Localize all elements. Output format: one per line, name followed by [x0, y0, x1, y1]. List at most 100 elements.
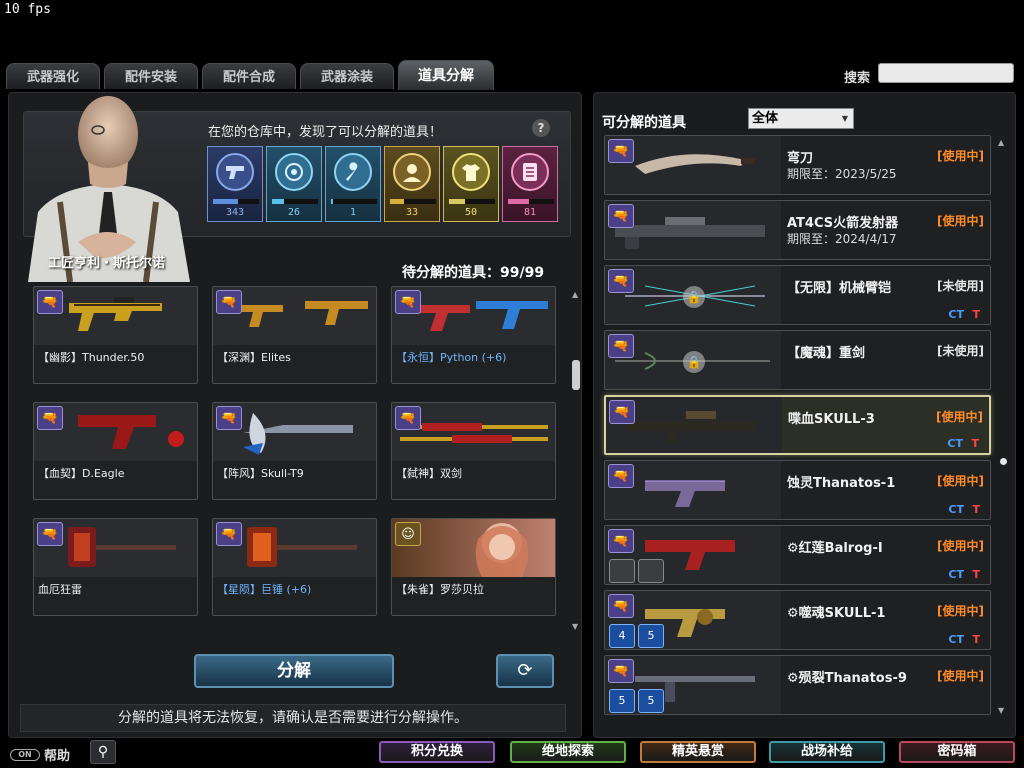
part-slots: 45: [609, 624, 664, 648]
category-bar: [272, 199, 318, 204]
scroll-down-arrow[interactable]: ▼: [998, 706, 1004, 715]
warning-message: 分解的道具将无法恢复，请确认是否需要进行分解操作。: [20, 704, 566, 732]
bottom-button[interactable]: 积分兑换: [379, 741, 495, 763]
category-count: 1: [349, 207, 357, 218]
ct-team-tag: CT: [947, 437, 963, 450]
ct-team-tag: CT: [948, 308, 964, 321]
weapon-badge-icon: 🔫: [609, 400, 635, 424]
pistol-icon: [216, 153, 254, 191]
scroll-up-arrow[interactable]: ▲: [572, 290, 578, 299]
t-team-tag: T: [972, 503, 980, 516]
decomposable-title: 可分解的道具: [602, 115, 686, 131]
pending-item-card[interactable]: ☺ 【朱雀】罗莎贝拉: [391, 518, 556, 616]
decomposable-item[interactable]: 🔫 4 5 ⚙噬魂SKULL-1 [使用中] CT T: [604, 590, 991, 650]
ct-team-tag: CT: [948, 633, 964, 646]
pending-item-card[interactable]: 🔫 血厄狂雷: [33, 518, 198, 616]
expiry-date: 期限至：2024/4/17: [787, 232, 897, 246]
decomposable-item[interactable]: 🔫 喋血SKULL-3 [使用中] CT T: [604, 395, 991, 455]
pending-item-card[interactable]: 🔫 【深渊】Elites: [212, 286, 377, 384]
item-name: ⚙殒裂Thanatos-9: [787, 671, 907, 686]
category-count: 50: [464, 207, 478, 218]
pending-item-card[interactable]: 🔫 【血契】D.Eagle: [33, 402, 198, 500]
category-bar: [331, 199, 377, 204]
item-name: 喋血SKULL-3: [788, 412, 875, 427]
pending-item-card[interactable]: 🔫 【星陨】巨锤 (+6): [212, 518, 377, 616]
decomposable-item[interactable]: 🔫 弯刀 期限至：2023/5/25 [使用中]: [604, 135, 991, 195]
decomposable-item[interactable]: 🔫 🔒 【无限】机械臂铠 [未使用] CT T: [604, 265, 991, 325]
category-misc[interactable]: 81: [502, 146, 558, 222]
item-name: AT4CS火箭发射器: [787, 216, 899, 231]
npc-message: 在您的仓库中，发现了可以分解的道具！: [208, 125, 443, 140]
item-name: 【朱雀】罗莎贝拉: [396, 583, 484, 596]
weapon-badge-icon: 🔫: [37, 522, 63, 546]
lock-icon: 🔒: [683, 286, 705, 308]
toggle-switch[interactable]: ON: [10, 748, 40, 761]
item-status: [使用中]: [937, 149, 984, 163]
category-parts[interactable]: 26: [266, 146, 322, 222]
tab-item-decompose[interactable]: 道具分解: [398, 60, 494, 90]
decomposable-item[interactable]: 🔫 5 5 ⚙殒裂Thanatos-9 [使用中]: [604, 655, 991, 715]
scroll-down-arrow[interactable]: ▼: [572, 622, 578, 631]
category-count: 343: [225, 207, 245, 218]
weapon-badge-icon: 🔫: [216, 522, 242, 546]
ct-team-tag: CT: [948, 503, 964, 516]
pending-count: 待分解的道具：99/99: [402, 265, 545, 281]
part-slot-icon: 4: [609, 624, 635, 648]
weapon-badge-icon: 🔫: [216, 290, 242, 314]
help-icon[interactable]: ?: [532, 119, 550, 137]
category-costumes[interactable]: 50: [443, 146, 499, 222]
help-label: 帮助: [44, 749, 71, 764]
decomposable-item[interactable]: 🔫 ⚙红莲Balrog-Ⅰ [使用中] CT T: [604, 525, 991, 585]
weapon-badge-icon: 🔫: [216, 406, 242, 430]
search-label: 搜索: [844, 71, 871, 86]
t-team-tag: T: [971, 437, 979, 450]
item-status: [使用中]: [937, 214, 984, 228]
part-slot-icon: 5: [638, 689, 664, 713]
decomposable-item[interactable]: 🔫 AT4CS火箭发射器 期限至：2024/4/17 [使用中]: [604, 200, 991, 260]
decomposable-item[interactable]: 🔫 蚀灵Thanatos-1 [使用中] CT T: [604, 460, 991, 520]
pending-item-card[interactable]: 🔫 【永恒】Python (+6): [391, 286, 556, 384]
weapon-badge-icon: 🔫: [395, 290, 421, 314]
weapon-badge-icon: 🔫: [608, 529, 634, 553]
weapon-badge-icon: 🔫: [37, 290, 63, 314]
category-count: 33: [405, 207, 419, 218]
tab-part-install[interactable]: 配件安装: [104, 63, 198, 89]
weapon-badge-icon: 🔫: [608, 334, 634, 358]
category-count: 81: [523, 207, 537, 218]
select-value: 全体: [752, 111, 779, 126]
item-name: 【深渊】Elites: [217, 351, 291, 364]
tab-part-synthesis[interactable]: 配件合成: [202, 63, 296, 89]
bottom-button[interactable]: 战场补给: [769, 741, 885, 763]
pending-item-card[interactable]: 🔫 【阵风】Skull-T9: [212, 402, 377, 500]
item-name: 【阵风】Skull-T9: [217, 467, 304, 480]
category-weapons[interactable]: 343: [207, 146, 263, 222]
scrollbar-thumb[interactable]: [1000, 458, 1007, 465]
target-icon: [275, 153, 313, 191]
bottom-button[interactable]: 绝地探索: [510, 741, 626, 763]
pending-item-card[interactable]: 🔫 【弑神】双剑: [391, 402, 556, 500]
search-input[interactable]: [878, 63, 1014, 83]
category-tools[interactable]: 1: [325, 146, 381, 222]
chevron-down-icon: ▼: [841, 114, 848, 123]
bottom-button[interactable]: 密码箱: [899, 741, 1015, 763]
decomposable-item[interactable]: 🔫 🔒 【魔魂】重剑 [未使用]: [604, 330, 991, 390]
tab-weapon-enhance[interactable]: 武器强化: [6, 63, 100, 89]
scrollbar-thumb[interactable]: [572, 360, 580, 390]
decompose-button[interactable]: 分解: [194, 654, 394, 688]
weapon-badge-icon: 🔫: [608, 139, 634, 163]
category-characters[interactable]: 33: [384, 146, 440, 222]
refresh-button[interactable]: ⟳: [496, 654, 554, 688]
category-filter-select[interactable]: 全体 ▼: [748, 108, 854, 129]
bottom-button[interactable]: 精英悬赏: [640, 741, 756, 763]
npc-name: 工匠亨利・斯托尔诺: [48, 256, 166, 271]
search-icon[interactable]: ⚲: [90, 740, 116, 764]
tab-weapon-paint[interactable]: 武器涂装: [300, 63, 394, 89]
help-link[interactable]: ON 帮助: [10, 745, 70, 764]
t-team-tag: T: [972, 633, 980, 646]
pending-item-card[interactable]: 🔫 【幽影】Thunder.50: [33, 286, 198, 384]
item-status: [未使用]: [937, 344, 984, 358]
scroll-up-arrow[interactable]: ▲: [998, 138, 1004, 147]
expiry-date: 期限至：2023/5/25: [787, 167, 897, 181]
category-bar: [213, 199, 259, 204]
item-status: [使用中]: [937, 604, 984, 618]
